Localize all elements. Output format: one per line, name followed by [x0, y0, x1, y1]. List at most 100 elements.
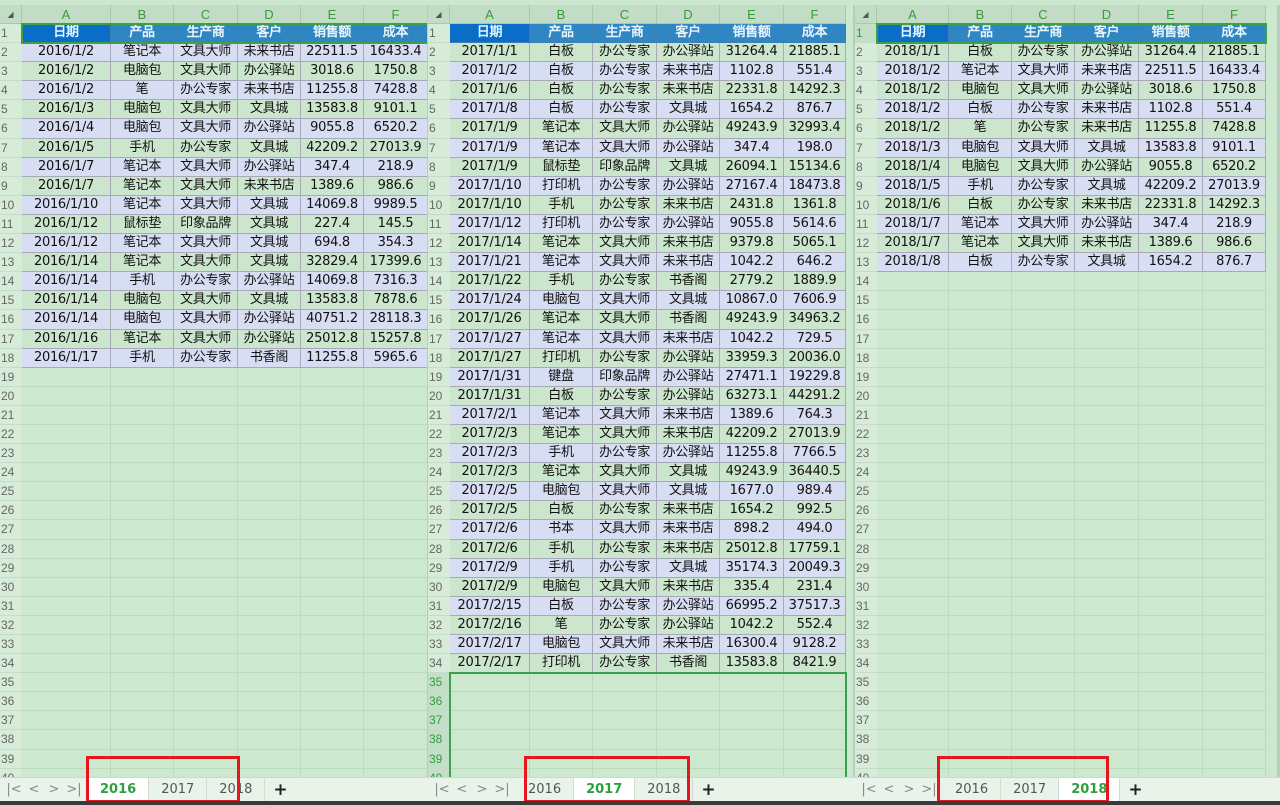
row-header[interactable]: 25	[855, 482, 877, 502]
table-cell[interactable]: 22331.8	[1139, 195, 1203, 215]
table-cell[interactable]: 1102.8	[1139, 100, 1203, 120]
table-cell[interactable]: 231.4	[784, 577, 846, 597]
empty-cell[interactable]	[1075, 386, 1139, 406]
header-cell[interactable]: 成本	[784, 24, 846, 44]
empty-cell[interactable]	[111, 654, 174, 674]
empty-cell[interactable]	[1203, 463, 1266, 483]
table-cell[interactable]: 2017/1/6	[450, 81, 530, 101]
empty-cell[interactable]	[174, 692, 238, 712]
header-cell[interactable]: 生产商	[593, 24, 657, 44]
table-cell[interactable]: 3018.6	[1139, 81, 1203, 101]
table-cell[interactable]: 白板	[530, 62, 593, 82]
row-header[interactable]: 28	[0, 539, 22, 559]
row-header[interactable]: 23	[855, 444, 877, 464]
empty-cell[interactable]	[949, 386, 1012, 406]
table-cell[interactable]: 办公驿站	[238, 329, 301, 349]
empty-cell[interactable]	[1012, 558, 1075, 578]
table-cell[interactable]: 20036.0	[784, 348, 846, 368]
table-cell[interactable]: 2017/1/31	[450, 386, 530, 406]
empty-cell[interactable]	[1139, 692, 1203, 712]
empty-cell[interactable]	[1075, 348, 1139, 368]
table-cell[interactable]: 15257.8	[364, 329, 428, 349]
table-cell[interactable]: 9379.8	[720, 234, 784, 254]
empty-cell[interactable]	[1075, 501, 1139, 521]
table-cell[interactable]: 手机	[111, 348, 174, 368]
table-cell[interactable]: 13583.8	[301, 291, 364, 311]
table-cell[interactable]: 手机	[111, 272, 174, 292]
row-header[interactable]: 33	[855, 635, 877, 655]
row-header[interactable]: 21	[0, 405, 22, 425]
row-header[interactable]: 38	[428, 730, 450, 750]
empty-cell[interactable]	[1075, 310, 1139, 330]
table-cell[interactable]: 未来书店	[657, 62, 720, 82]
table-cell[interactable]: 办公专家	[593, 444, 657, 464]
table-cell[interactable]: 笔记本	[530, 253, 593, 273]
empty-cell[interactable]	[784, 749, 846, 769]
empty-cell[interactable]	[877, 386, 949, 406]
empty-cell[interactable]	[949, 310, 1012, 330]
table-cell[interactable]: 25012.8	[301, 329, 364, 349]
empty-cell[interactable]	[450, 692, 530, 712]
table-cell[interactable]: 办公专家	[1012, 43, 1075, 63]
table-cell[interactable]: 文具大师	[1012, 62, 1075, 82]
row-header[interactable]: 38	[0, 730, 22, 750]
empty-cell[interactable]	[877, 348, 949, 368]
table-cell[interactable]: 1889.9	[784, 272, 846, 292]
empty-cell[interactable]	[1203, 730, 1266, 750]
empty-cell[interactable]	[238, 615, 301, 635]
empty-cell[interactable]	[1012, 291, 1075, 311]
table-cell[interactable]: 9055.8	[720, 214, 784, 235]
row-header[interactable]: 16	[428, 310, 450, 330]
table-cell[interactable]: 31264.4	[1139, 43, 1203, 63]
empty-cell[interactable]	[1012, 577, 1075, 597]
column-header[interactable]: A	[22, 5, 111, 24]
table-cell[interactable]: 办公驿站	[657, 367, 720, 387]
empty-cell[interactable]	[174, 749, 238, 769]
table-cell[interactable]: 729.5	[784, 329, 846, 349]
table-cell[interactable]: 未来书店	[657, 501, 720, 521]
empty-cell[interactable]	[949, 730, 1012, 750]
table-cell[interactable]: 办公驿站	[1075, 214, 1139, 235]
table-cell[interactable]: 32993.4	[784, 119, 846, 139]
table-cell[interactable]: 白板	[949, 43, 1012, 63]
table-cell[interactable]: 2017/2/3	[450, 463, 530, 483]
table-cell[interactable]: 2017/2/9	[450, 558, 530, 578]
empty-cell[interactable]	[1203, 635, 1266, 655]
table-cell[interactable]: 笔记本	[111, 195, 174, 215]
table-cell[interactable]: 20049.3	[784, 558, 846, 578]
empty-cell[interactable]	[1139, 405, 1203, 425]
table-cell[interactable]: 25012.8	[720, 539, 784, 559]
table-cell[interactable]: 347.4	[1139, 214, 1203, 235]
table-cell[interactable]: 27471.1	[720, 367, 784, 387]
table-cell[interactable]: 未来书店	[657, 405, 720, 425]
table-cell[interactable]: 文具大师	[174, 62, 238, 82]
table-cell[interactable]: 2017/2/3	[450, 424, 530, 445]
row-header[interactable]: 8	[855, 157, 877, 177]
table-cell[interactable]: 2018/1/8	[877, 253, 949, 273]
table-cell[interactable]: 文具大师	[593, 138, 657, 158]
empty-cell[interactable]	[949, 329, 1012, 349]
table-cell[interactable]: 文具大师	[593, 253, 657, 273]
table-cell[interactable]: 笔记本	[111, 329, 174, 349]
empty-cell[interactable]	[111, 386, 174, 406]
empty-cell[interactable]	[657, 711, 720, 731]
empty-cell[interactable]	[22, 424, 111, 445]
table-cell[interactable]: 未来书店	[1075, 62, 1139, 82]
table-cell[interactable]: 笔记本	[111, 157, 174, 177]
empty-cell[interactable]	[1139, 444, 1203, 464]
table-cell[interactable]: 办公专家	[593, 195, 657, 215]
empty-cell[interactable]	[1203, 615, 1266, 635]
table-cell[interactable]: 2017/1/9	[450, 119, 530, 139]
table-cell[interactable]: 文具大师	[1012, 214, 1075, 235]
column-header[interactable]: C	[593, 5, 657, 24]
empty-cell[interactable]	[1139, 539, 1203, 559]
empty-cell[interactable]	[301, 405, 364, 425]
empty-cell[interactable]	[1203, 749, 1266, 769]
empty-cell[interactable]	[1139, 291, 1203, 311]
empty-cell[interactable]	[1139, 272, 1203, 292]
column-header[interactable]: D	[1075, 5, 1139, 24]
empty-cell[interactable]	[1012, 329, 1075, 349]
table-cell[interactable]: 打印机	[530, 176, 593, 196]
last-sheet-button[interactable]: >|	[492, 782, 512, 797]
table-cell[interactable]: 白板	[530, 43, 593, 63]
